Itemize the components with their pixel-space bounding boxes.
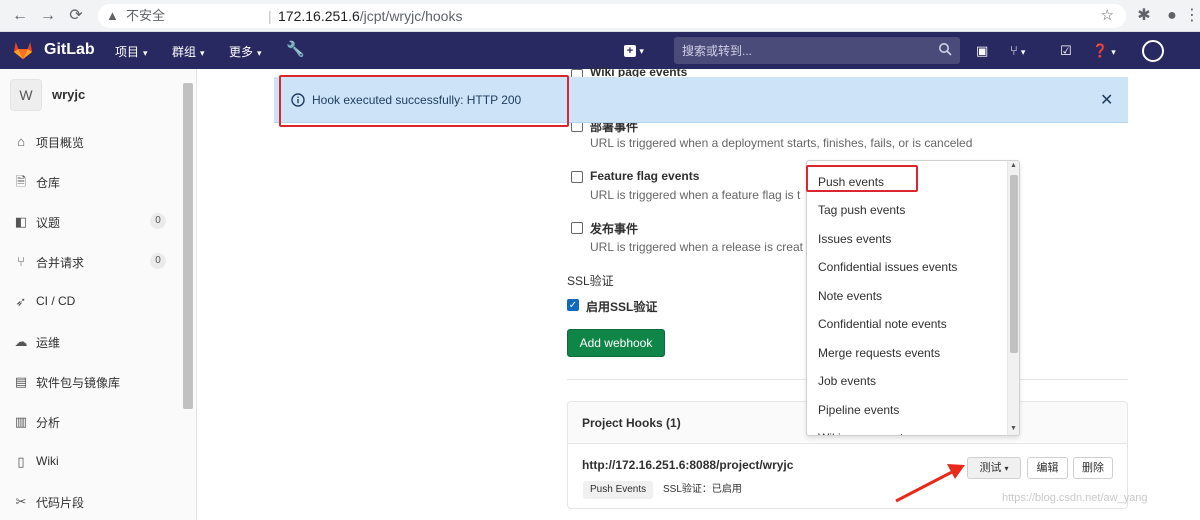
menu-groups[interactable]: 群组 ▾ [172,43,205,60]
sidebar-item-analytics[interactable]: ▥ 分析 [0,403,180,441]
sidebar-item-ci-cd[interactable]: ➶ CI / CD [0,283,180,321]
sidebar-item-wiki[interactable]: ▯ Wiki [0,443,180,481]
annotation-arrow-icon [895,464,965,503]
add-webhook-button[interactable]: Add webhook [567,329,665,357]
sidebar-item-overview[interactable]: ⌂ 项目概览 [0,123,180,161]
project-avatar: W [10,79,42,111]
warning-icon: ▲ [106,8,119,23]
bookmark-star-icon[interactable]: ☆ [1101,4,1114,28]
extensions-icon[interactable]: ✱ [1134,6,1154,26]
menu-more[interactable]: 更多 ▾ [229,43,262,60]
sidebar-item-repository[interactable]: 🗎 仓库 [0,163,180,201]
browser-menu-icon[interactable]: ⋮ [1182,6,1200,26]
search-icon [939,43,952,56]
new-dropdown-button[interactable]: + ▾ [624,39,658,61]
plus-square-icon: + [624,45,636,57]
release-events-title: 发布事件 [590,222,639,236]
web-ide-icon[interactable]: ▣ [976,40,988,62]
reload-icon[interactable]: ⟳ [66,6,86,26]
chevron-down-icon: ▾ [200,48,205,58]
dropdown-option-tag-push-events[interactable]: Tag push events [807,196,1007,224]
search-input[interactable] [682,41,932,60]
url-text: 172.16.251.6/jcpt/wryjc/hooks [278,8,463,24]
help-icon[interactable]: ❓ ▾ [1092,40,1116,62]
release-events-checkbox[interactable] [571,222,583,234]
package-icon: ▤ [14,374,28,389]
menu-projects[interactable]: 项目 ▾ [115,43,148,60]
browser-toolbar: ← → ⟳ ▲ 不安全 | 172.16.251.6/jcpt/wryjc/ho… [0,0,1200,32]
project-hooks-title: Project Hooks (1) [582,416,681,430]
deployment-events-desc: URL is triggered when a deployment start… [590,136,973,150]
home-icon: ⌂ [17,134,25,149]
edit-hook-button[interactable]: 编辑 [1027,457,1068,479]
hook-url: http://172.16.251.6:8088/project/wryjc [582,458,794,472]
merge-requests-icon[interactable]: ⑂ ▾ [1010,40,1025,62]
search-box[interactable] [674,37,960,64]
chevron-down-icon: ▾ [143,48,148,58]
admin-wrench-icon[interactable]: 🔧 [286,40,305,58]
sidebar-item-issues[interactable]: ◧ 议题 0 [0,203,180,241]
release-events-desc: URL is triggered when a release is creat [590,240,803,254]
dropdown-option-push-events[interactable]: Push events [807,168,1007,196]
gitlab-navbar: GitLab 项目▾ 群组▾ 更多▾ 🔧 + ▾ ▣ ⑂▾ ☑ ❓▾ [0,32,1200,69]
chevron-down-icon: ▾ [1004,464,1009,473]
project-name: wryjc [52,87,86,102]
flash-notice: Hook executed successfully: HTTP 200 ✕ [274,77,1128,123]
ssl-verification-heading: SSL验证 [567,274,614,288]
chevron-down-icon: ▾ [257,48,262,58]
rocket-icon: ➶ [15,294,27,309]
book-icon: ▯ [17,454,25,469]
dropdown-option-confidential-note-events[interactable]: Confidential note events [807,310,1007,338]
address-bar[interactable]: ▲ 不安全 | 172.16.251.6/jcpt/wryjc/hooks ☆ [98,4,1126,28]
insecure-label: 不安全 [126,8,166,23]
profile-icon[interactable]: ● [1162,6,1182,26]
sidebar-item-packages[interactable]: ▤ 软件包与镜像库 [0,363,180,401]
hook-ssl-status: SSL验证：已启用 [663,484,742,495]
dropdown-scroll-thumb[interactable] [1010,175,1018,353]
test-hook-button[interactable]: 测试 ▾ [967,457,1021,479]
user-avatar[interactable] [1142,40,1164,62]
todos-icon[interactable]: ☑ [1060,40,1072,62]
close-icon[interactable]: ✕ [1100,90,1113,110]
feature-flag-events-title: Feature flag events [590,169,700,183]
merge-request-icon: ⑂ [17,254,25,269]
scroll-up-icon: ▲ [1010,162,1017,169]
dropdown-option-merge-requests-events[interactable]: Merge requests events [807,339,1007,367]
dropdown-option-confidential-issues-events[interactable]: Confidential issues events [807,253,1007,281]
feature-flag-events-desc: URL is triggered when a feature flag is … [590,188,801,202]
dropdown-option-pipeline-events[interactable]: Pipeline events [807,396,1007,424]
cloud-icon: ☁ [14,334,28,349]
watermark: https://blog.csdn.net/aw_yang [1002,492,1148,504]
mr-count-badge: 0 [150,253,166,269]
snippet-icon: ✂ [15,494,27,509]
gitlab-logo-icon[interactable] [12,40,34,60]
ssl-verification-label: 启用SSL验证 [586,300,658,314]
feature-flag-events-checkbox[interactable] [571,171,583,183]
info-icon [291,93,305,107]
forward-icon[interactable]: → [38,6,58,26]
issues-icon: ◧ [14,214,28,229]
sidebar-item-merge-requests[interactable]: ⑂ 合并请求 0 [0,243,180,281]
dropdown-option-issues-events[interactable]: Issues events [807,225,1007,253]
sidebar-item-operations[interactable]: ☁ 运维 [0,323,180,361]
test-events-dropdown: Push events Tag push events Issues event… [806,160,1020,436]
project-sidebar: W wryjc ⌂ 项目概览 🗎 仓库 ◧ 议题 0 ⑂ 合并请求 0 ➶ CI… [0,69,197,520]
dropdown-scrollbar[interactable]: ▲ ▼ [1007,161,1019,435]
dropdown-option-job-events[interactable]: Job events [807,367,1007,395]
ssl-verification-checkbox[interactable]: ✓ [567,299,579,311]
hook-event-tag: Push Events [583,481,654,499]
flash-message: Hook executed successfully: HTTP 200 [312,93,522,107]
delete-hook-button[interactable]: 删除 [1073,457,1113,479]
sidebar-scrollbar[interactable] [183,83,193,409]
chart-icon: ▥ [14,414,28,429]
scroll-down-icon: ▼ [1010,425,1017,432]
issues-count-badge: 0 [150,213,166,229]
gitlab-brand[interactable]: GitLab [44,41,95,59]
document-icon: 🗎 [15,174,27,189]
back-icon[interactable]: ← [10,6,30,26]
dropdown-option-note-events[interactable]: Note events [807,282,1007,310]
sidebar-item-snippets[interactable]: ✂ 代码片段 [0,483,180,520]
chevron-down-icon: ▾ [639,46,644,56]
dropdown-option-wiki-page-events[interactable]: Wiki page events [807,424,1007,435]
